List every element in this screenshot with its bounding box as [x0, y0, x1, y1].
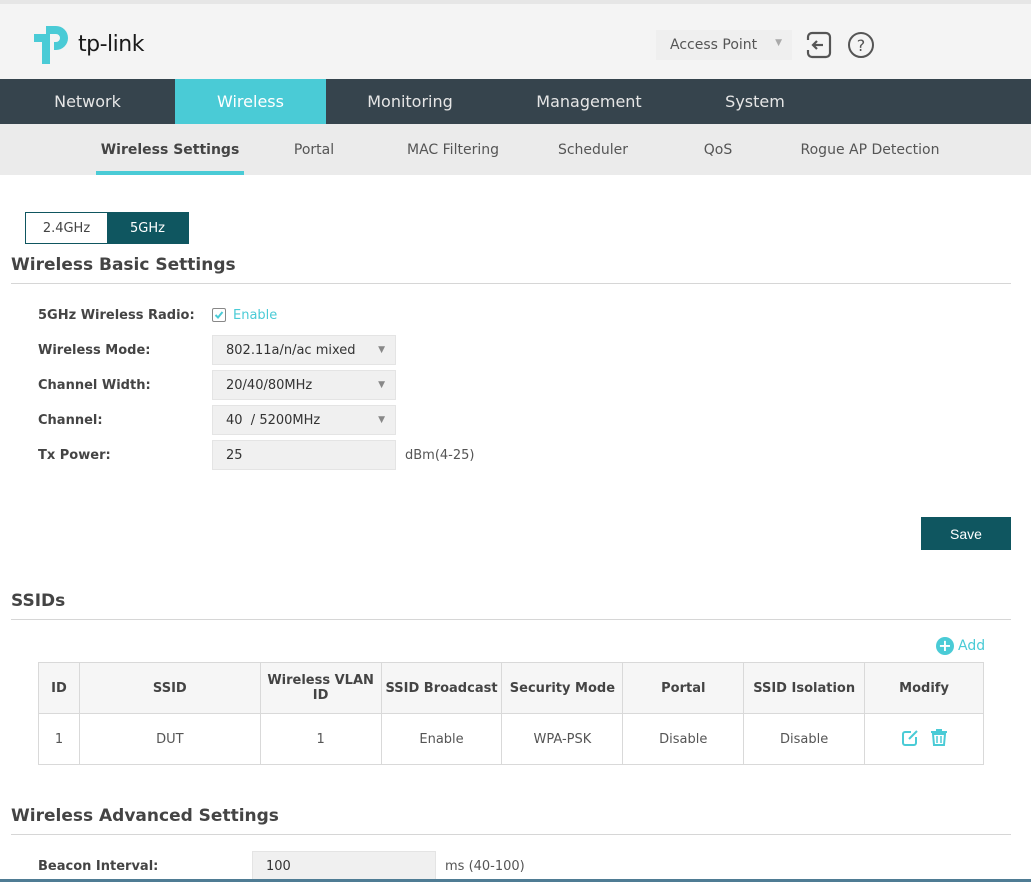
radio-enable-label: Enable [233, 307, 278, 323]
nav-system[interactable]: System [684, 79, 826, 124]
cell-modify [864, 713, 984, 765]
chevron-down-icon: ▼ [378, 415, 385, 425]
brand-name: tp-link [78, 31, 144, 57]
column-header-isolation: SSID Isolation [743, 662, 866, 714]
column-header-security: Security Mode [501, 662, 624, 714]
channel-label: Channel: [38, 412, 103, 428]
subnav-rogue-ap-detection[interactable]: Rogue AP Detection [788, 124, 952, 175]
column-header-portal: Portal [622, 662, 745, 714]
sub-nav: Wireless Settings Portal MAC Filtering S… [0, 124, 1031, 175]
advanced-settings-title: Wireless Advanced Settings [11, 806, 279, 826]
subnav-wireless-settings[interactable]: Wireless Settings [96, 124, 244, 175]
nav-management[interactable]: Management [494, 79, 684, 124]
divider [11, 619, 1011, 620]
cell-portal: Disable [622, 713, 745, 765]
tab-2-4ghz[interactable]: 2.4GHz [26, 213, 107, 243]
column-header-vlan: Wireless VLAN ID [259, 662, 382, 714]
cell-isolation: Disable [743, 713, 866, 765]
beacon-interval-hint: ms (40-100) [445, 858, 525, 874]
save-button[interactable]: Save [921, 517, 1011, 550]
chevron-down-icon: ▼ [378, 345, 385, 355]
operation-mode-value: Access Point [670, 37, 758, 53]
beacon-interval-input[interactable]: 100 [252, 851, 436, 881]
add-ssid-button[interactable]: + Add [936, 637, 985, 655]
tx-power-value: 25 [226, 447, 243, 463]
band-tabs: 2.4GHz 5GHz [25, 212, 189, 244]
logout-icon [806, 31, 832, 59]
header: tp-link Access Point ▼ ? [0, 4, 1031, 79]
svg-text:?: ? [857, 36, 866, 55]
radio-enable-checkbox[interactable]: Enable [212, 308, 277, 323]
ssid-table: ID SSID Wireless VLAN ID SSID Broadcast … [38, 662, 984, 765]
channel-width-value: 20/40/80MHz [226, 377, 313, 393]
beacon-interval-label: Beacon Interval: [38, 858, 159, 874]
nav-monitoring[interactable]: Monitoring [326, 79, 494, 124]
divider [11, 834, 1011, 835]
wireless-mode-label: Wireless Mode: [38, 342, 151, 358]
channel-width-label: Channel Width: [38, 377, 151, 393]
radio-label: 5GHz Wireless Radio: [38, 307, 195, 323]
wireless-mode-select[interactable]: 802.11a/n/ac mixed ▼ [212, 335, 396, 365]
tx-power-input[interactable]: 25 [212, 440, 396, 470]
nav-network[interactable]: Network [0, 79, 175, 124]
help-icon: ? [848, 32, 874, 58]
cell-ssid: DUT [78, 713, 261, 765]
subnav-qos[interactable]: QoS [690, 124, 746, 175]
subnav-mac-filtering[interactable]: MAC Filtering [398, 124, 508, 175]
basic-settings-title: Wireless Basic Settings [11, 255, 236, 275]
edit-icon[interactable] [901, 728, 919, 746]
operation-mode-select[interactable]: Access Point ▼ [656, 30, 792, 60]
column-header-id: ID [38, 662, 80, 714]
main-nav: Network Wireless Monitoring Management S… [0, 79, 1031, 124]
tx-power-hint: dBm(4-25) [405, 447, 475, 463]
beacon-interval-value: 100 [266, 858, 291, 874]
divider [11, 283, 1011, 284]
chevron-down-icon: ▼ [775, 38, 782, 48]
channel-value: 40 / 5200MHz [226, 412, 321, 428]
tab-5ghz[interactable]: 5GHz [107, 213, 188, 243]
table-header-row: ID SSID Wireless VLAN ID SSID Broadcast … [38, 662, 984, 714]
logout-button[interactable] [805, 30, 833, 60]
column-header-ssid: SSID [78, 662, 261, 714]
cell-security: WPA-PSK [501, 713, 624, 765]
column-header-modify: Modify [864, 662, 984, 714]
delete-icon[interactable] [930, 728, 947, 746]
table-row: 1 DUT 1 Enable WPA-PSK Disable Disable [38, 713, 984, 765]
ssids-title: SSIDs [11, 591, 66, 611]
channel-width-select[interactable]: 20/40/80MHz ▼ [212, 370, 396, 400]
help-button[interactable]: ? [847, 30, 875, 60]
cell-id: 1 [38, 713, 80, 765]
cell-vlan: 1 [259, 713, 382, 765]
chevron-down-icon: ▼ [378, 380, 385, 390]
tp-link-logo-icon [34, 26, 68, 64]
subnav-scheduler[interactable]: Scheduler [548, 124, 638, 175]
plus-circle-icon: + [936, 637, 954, 655]
add-label: Add [958, 638, 986, 654]
nav-wireless[interactable]: Wireless [175, 79, 326, 124]
checkbox-checked-icon[interactable] [212, 308, 226, 322]
channel-select[interactable]: 40 / 5200MHz ▼ [212, 405, 396, 435]
wireless-mode-value: 802.11a/n/ac mixed [226, 342, 356, 358]
subnav-portal[interactable]: Portal [280, 124, 348, 175]
tx-power-label: Tx Power: [38, 447, 111, 463]
cell-broadcast: Enable [380, 713, 503, 765]
column-header-broadcast: SSID Broadcast [380, 662, 503, 714]
tp-link-logo: tp-link [32, 22, 144, 66]
